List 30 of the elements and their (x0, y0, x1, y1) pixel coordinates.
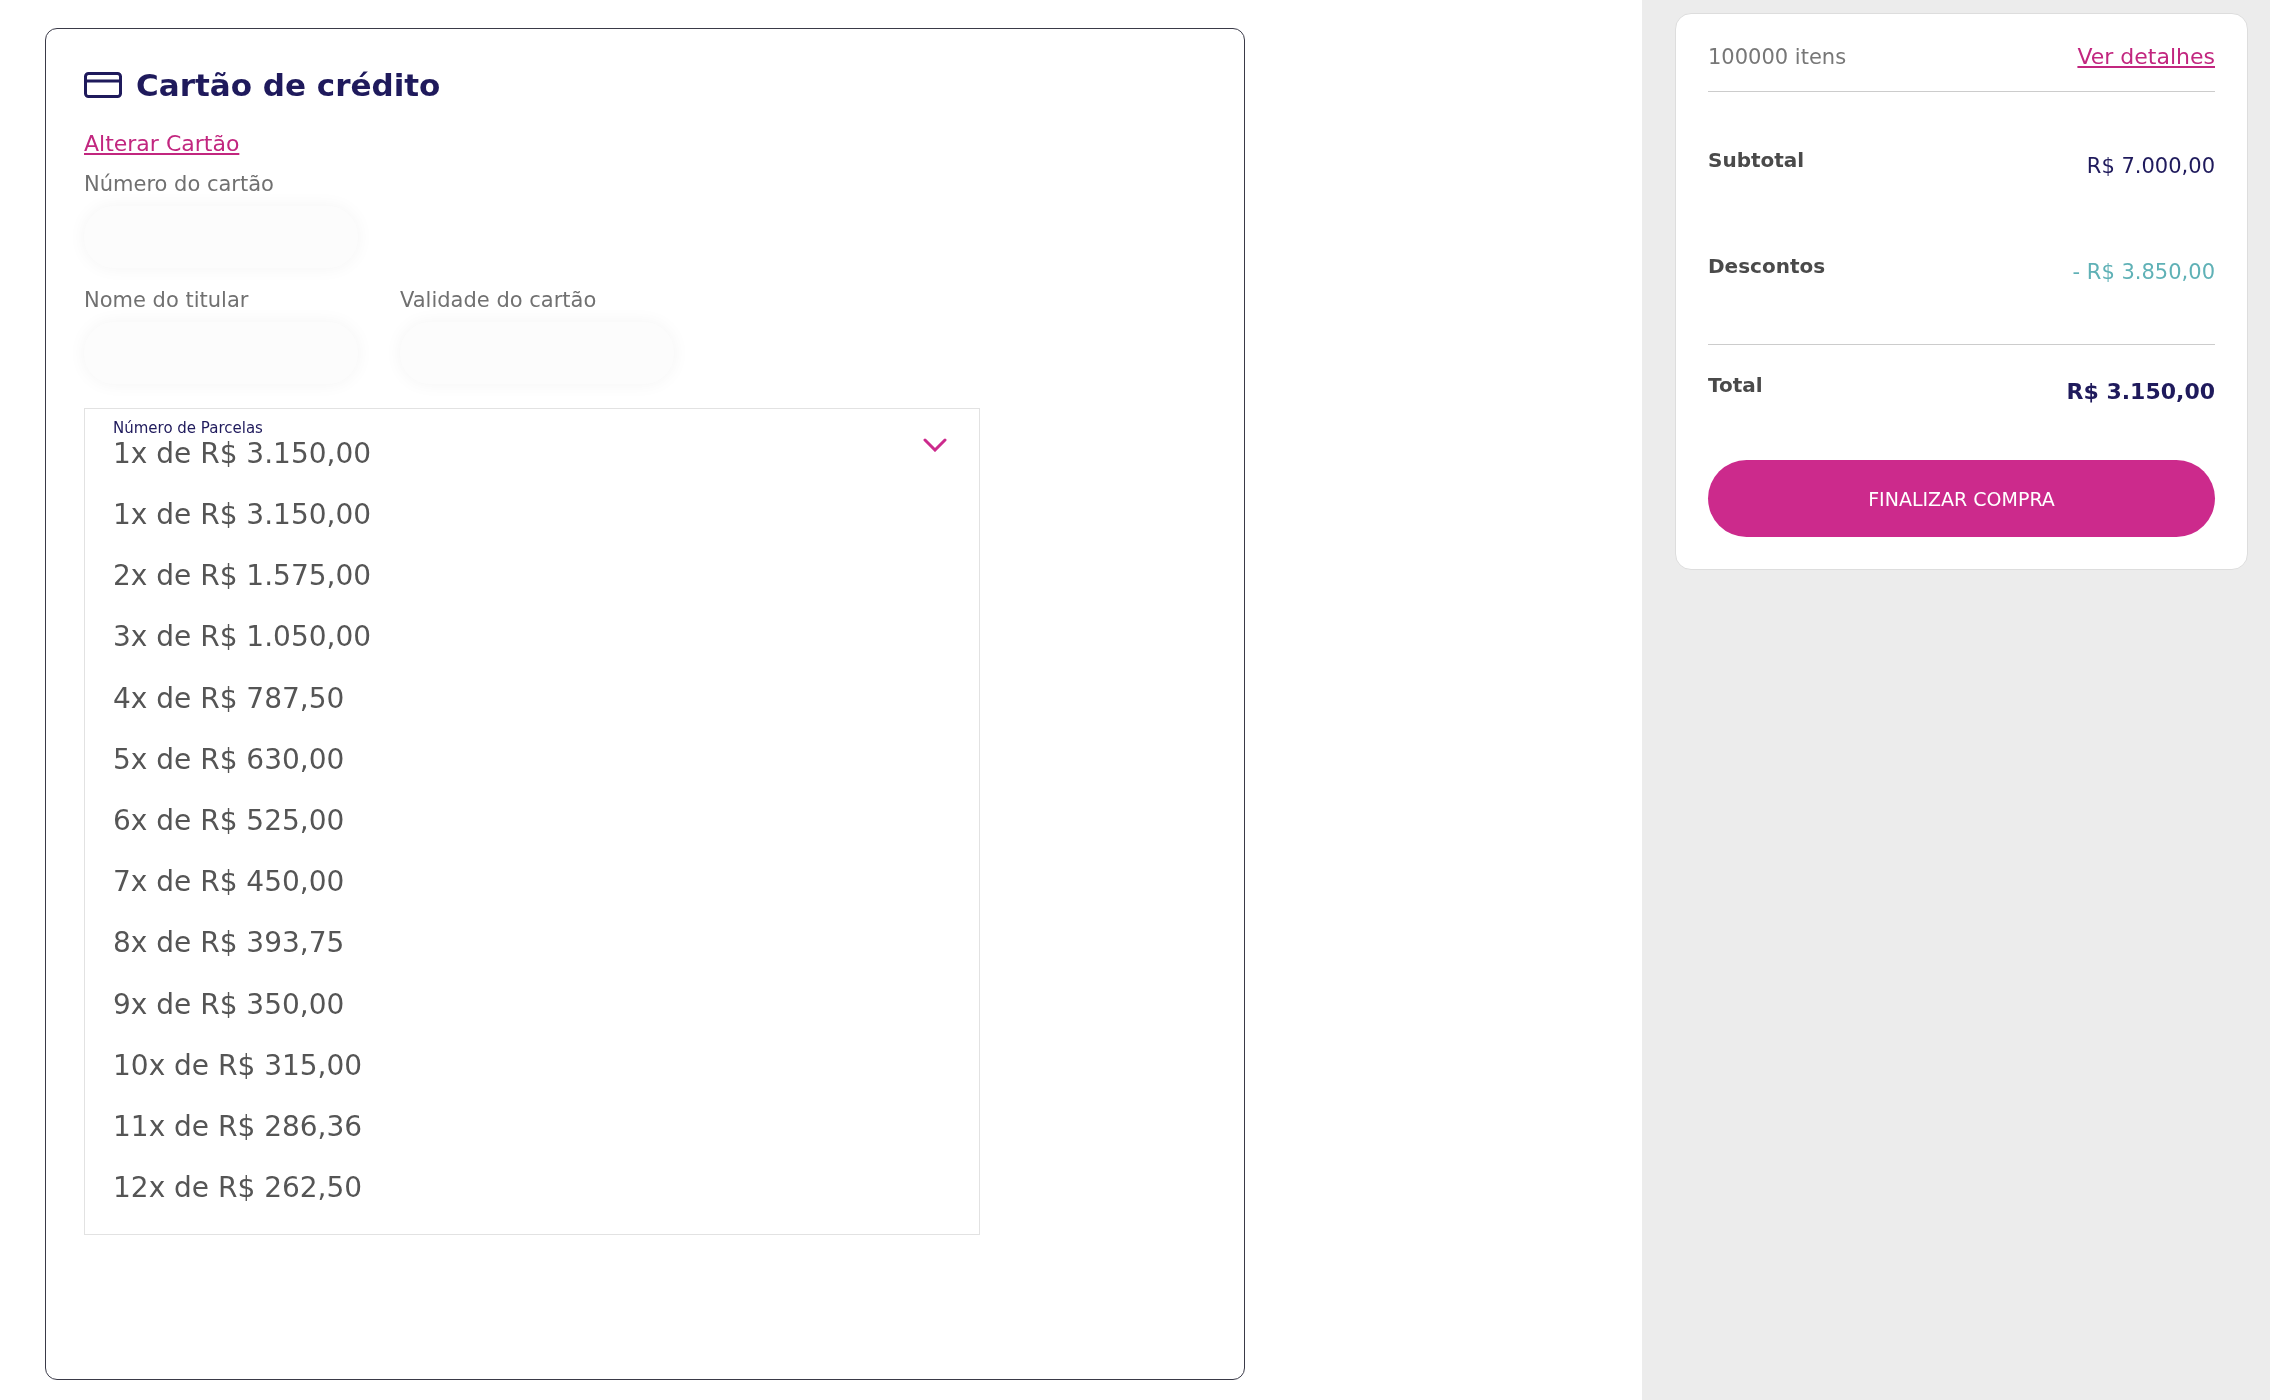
installment-option[interactable]: 11x de R$ 286,36 (113, 1095, 951, 1158)
field-label: Validade do cartão (400, 288, 598, 312)
installment-option[interactable]: 8x de R$ 393,75 (113, 912, 951, 974)
section-title: Cartão de crédito (136, 67, 441, 103)
installment-option[interactable]: 9x de R$ 350,00 (113, 973, 951, 1035)
summary-label: Total (1708, 373, 1763, 397)
checkout-button[interactable]: FINALIZAR COMPRA (1708, 460, 2215, 537)
summary-value: - R$ 3.850,00 (2072, 260, 2215, 284)
installment-option[interactable]: 6x de R$ 525,00 (113, 789, 951, 852)
summary-value: R$ 7.000,00 (2086, 154, 2215, 178)
summary-value: R$ 3.150,00 (2066, 379, 2215, 404)
installment-option[interactable]: 2x de R$ 1.575,00 (113, 545, 951, 607)
installment-option[interactable]: 7x de R$ 450,00 (113, 851, 951, 913)
field-label: Nome do titular (84, 288, 250, 312)
installment-option[interactable]: 12x de R$ 262,50 (113, 1157, 951, 1219)
summary-label: Subtotal (1708, 148, 1805, 172)
installment-option[interactable]: 5x de R$ 630,00 (113, 728, 951, 790)
installment-option[interactable]: 3x de R$ 1.050,00 (113, 606, 951, 668)
installment-option[interactable]: 1x de R$ 3.150,00 (113, 484, 951, 546)
summary-label: Descontos (1708, 254, 1826, 278)
installment-option[interactable]: 4x de R$ 787,50 (113, 667, 951, 729)
select-label: Número de Parcelas (113, 419, 264, 437)
details-link[interactable]: Ver detalhes (2077, 44, 2215, 69)
credit-card-icon (84, 72, 122, 98)
field-label: Número do cartão (84, 172, 275, 196)
select-value: 1x de R$ 3.150,00 (113, 437, 372, 470)
installments-select[interactable] (84, 408, 980, 1236)
items-count: 100000 itens (1708, 44, 1847, 69)
change-card-link[interactable]: Alterar Cartão (84, 131, 240, 156)
installment-option[interactable]: 10x de R$ 315,00 (113, 1034, 951, 1096)
